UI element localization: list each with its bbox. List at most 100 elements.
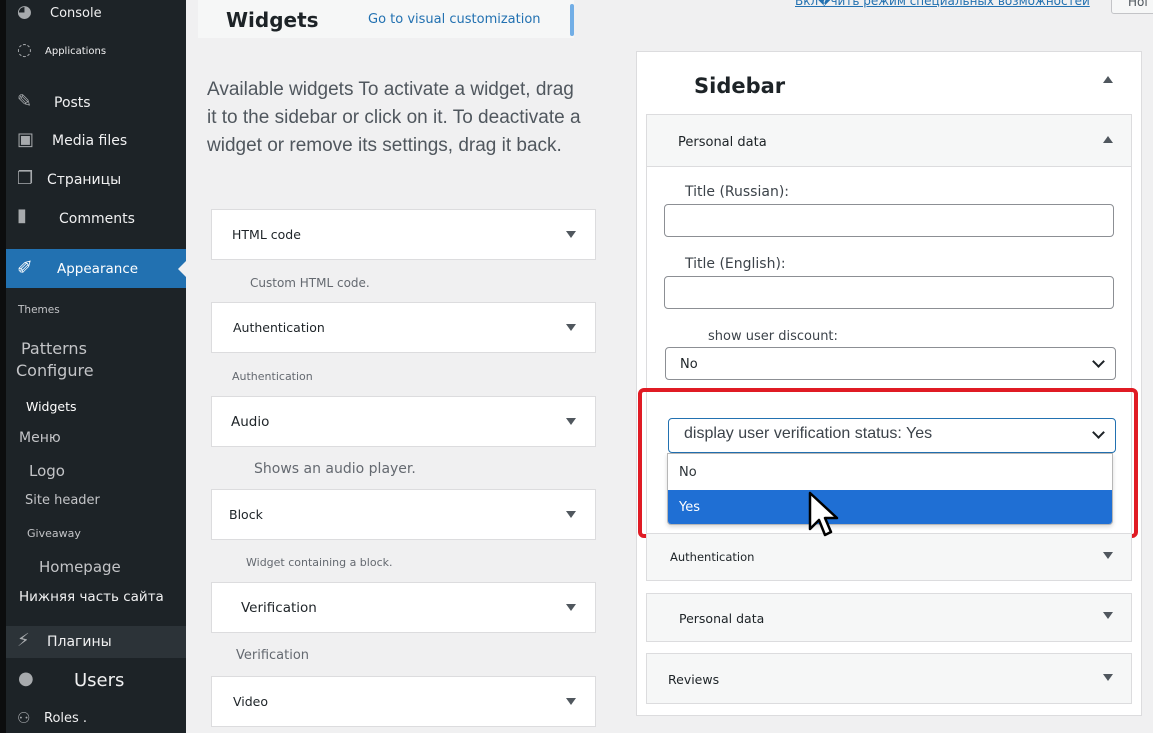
widget-title: Audio <box>231 414 270 430</box>
dropdown-options: No Yes <box>667 453 1113 525</box>
submenu-patterns[interactable]: Patterns <box>6 339 186 359</box>
submenu-label: Site header <box>25 493 100 508</box>
accessibility-mode-link[interactable]: Вкл�чить режим специальных возможностей <box>795 0 1105 8</box>
submenu-label: Patterns <box>21 339 87 358</box>
submenu-label: Homepage <box>39 558 121 576</box>
sidebar-item-appearance[interactable]: ✐ Appearance <box>6 249 186 288</box>
sidebar-item-posts[interactable]: ✎ Posts <box>6 88 186 118</box>
widget-description: Widget containing a block. <box>246 556 393 569</box>
chevron-down-icon <box>1092 355 1105 368</box>
widget-html-code[interactable]: HTML code <box>211 209 596 260</box>
caret-up-icon[interactable] <box>1103 76 1113 83</box>
sidebar-item-label: Posts <box>54 95 91 111</box>
sidebar-item-console[interactable]: ◕ Console <box>6 0 186 30</box>
widget-description: Authentication <box>232 370 313 383</box>
sidebar-item-label: Media files <box>52 133 128 149</box>
widget-header[interactable]: Personal data <box>647 115 1131 167</box>
caret-down-icon[interactable] <box>566 698 576 705</box>
discount-select[interactable]: No <box>665 347 1116 380</box>
widgets-description: Available widgets To activate a widget, … <box>207 79 581 156</box>
admin-sidebar: ◕ Console ◌ Applications ✎ Posts ▣ Media… <box>6 0 186 733</box>
submenu-footer[interactable]: Нижняя часть сайта <box>6 589 186 607</box>
option-no[interactable]: No <box>668 455 1112 489</box>
caret-down-icon[interactable] <box>566 511 576 518</box>
screen-options-button[interactable]: Ноі <box>1111 0 1153 14</box>
submenu-label: Нижняя часть сайта <box>19 589 164 605</box>
focus-bar <box>570 4 574 36</box>
widget-video[interactable]: Video <box>211 676 596 727</box>
user-icon: ● <box>18 668 34 689</box>
caret-down-icon[interactable] <box>1103 612 1113 619</box>
submenu-label: Configure <box>16 361 94 380</box>
submenu-label: Themes <box>18 304 60 316</box>
sidebar-item-comments[interactable]: ▮ Comments <box>6 204 186 234</box>
widget-verification[interactable]: Verification <box>211 582 596 633</box>
plugin-icon: ⚡ <box>17 630 30 651</box>
sidebar-item-applications[interactable]: ◌ Applications <box>6 38 186 66</box>
submenu-site-header[interactable]: Site header <box>6 493 186 511</box>
sidebar-item-media[interactable]: ▣ Media files <box>6 126 186 156</box>
submenu-configure[interactable]: Configure <box>6 361 186 381</box>
option-label: Yes <box>679 500 700 515</box>
pages-icon: ❐ <box>17 168 34 189</box>
widget-title: Personal data <box>679 611 765 626</box>
caret-down-icon[interactable] <box>1103 674 1113 681</box>
visual-customization-link[interactable]: Go to visual customization <box>368 12 541 27</box>
submenu-label: Giveaway <box>27 527 81 540</box>
widget-title: Authentication <box>233 320 325 335</box>
mouse-cursor-icon <box>808 491 839 537</box>
roles-icon: ⚇ <box>17 709 31 727</box>
submenu-label: Logo <box>29 462 65 480</box>
widget-title: Video <box>233 694 269 709</box>
widget-authentication-collapsed[interactable]: Authentication <box>646 533 1132 581</box>
widget-title: HTML code <box>232 227 301 242</box>
sidebar-item-label: Users <box>74 670 125 691</box>
widget-block[interactable]: Block <box>211 489 596 540</box>
submenu-widgets[interactable]: Widgets <box>6 399 186 417</box>
submenu-label: Widgets <box>26 399 77 414</box>
submenu-logo[interactable]: Logo <box>6 462 186 480</box>
page-title: Widgets <box>226 8 319 32</box>
caret-down-icon[interactable] <box>566 418 576 425</box>
widget-audio[interactable]: Audio <box>211 396 596 447</box>
select-value: display user verification status: Yes <box>684 425 933 442</box>
brush-icon: ✐ <box>17 257 33 279</box>
submenu-giveaway[interactable]: Giveaway <box>6 527 186 543</box>
widget-authentication[interactable]: Authentication <box>211 302 596 353</box>
sidebar-item-plugins[interactable]: ⚡ Плагины <box>6 626 186 658</box>
sidebar-item-users[interactable]: ● Users <box>6 665 186 697</box>
widget-title: Verification <box>241 600 317 616</box>
sidebar-item-pages[interactable]: ❐ Страницы <box>6 165 186 195</box>
sidebar-item-label: Страницы <box>47 172 122 188</box>
active-arrow-icon <box>178 261 186 277</box>
option-yes[interactable]: Yes <box>668 490 1112 524</box>
sidebar-item-roles[interactable]: ⚇ Roles . <box>6 706 186 732</box>
submenu-menu[interactable]: Меню <box>6 430 186 448</box>
chevron-down-icon <box>1092 426 1105 439</box>
widget-title: Reviews <box>668 672 720 687</box>
widget-personal-data-collapsed[interactable]: Personal data <box>646 593 1132 642</box>
title-ru-label: Title (Russian): <box>685 184 789 200</box>
pin-icon: ✎ <box>17 91 33 112</box>
option-label: No <box>679 465 697 480</box>
caret-down-icon[interactable] <box>566 604 576 611</box>
title-en-input[interactable] <box>664 276 1114 309</box>
sidebar-item-label: Applications <box>45 46 107 57</box>
caret-down-icon[interactable] <box>1103 552 1113 559</box>
title-ru-input[interactable] <box>664 204 1114 237</box>
widget-title: Personal data <box>678 135 767 150</box>
widget-title: Block <box>229 507 263 522</box>
caret-down-icon[interactable] <box>566 324 576 331</box>
sidebar-item-label: Roles . <box>44 711 88 726</box>
widget-description: Custom HTML code. <box>250 276 370 290</box>
verification-status-select[interactable]: display user verification status: Yes <box>668 418 1116 453</box>
comment-icon: ▮ <box>17 205 27 226</box>
caret-up-icon[interactable] <box>1103 136 1113 143</box>
widget-description: Shows an audio player. <box>254 461 416 477</box>
discount-label: show user discount: <box>708 329 838 344</box>
caret-down-icon[interactable] <box>566 231 576 238</box>
sidebar-area-title: Sidebar <box>694 74 786 98</box>
widget-reviews-collapsed[interactable]: Reviews <box>646 653 1132 704</box>
submenu-themes[interactable]: Themes <box>6 304 186 322</box>
submenu-homepage[interactable]: Homepage <box>6 558 186 578</box>
